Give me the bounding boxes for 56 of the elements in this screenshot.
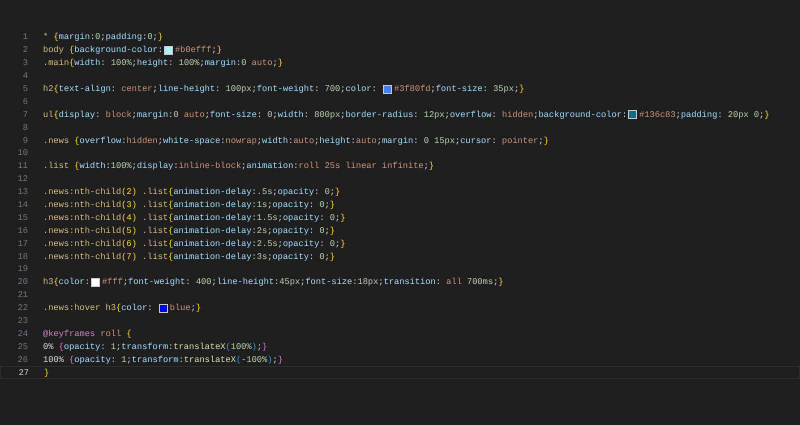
line-number: 11	[16, 161, 28, 172]
line-number: 7	[22, 110, 28, 120]
line-number: 18	[16, 252, 28, 262]
code-text: * {margin:0;padding:0;}	[43, 32, 163, 42]
line-number: 6	[22, 96, 28, 107]
code-text: 100% {opacity: 1;transform:translateX(-100%);}	[43, 354, 283, 365]
line-number: 17	[16, 238, 28, 249]
code-text: body {background-color:	[43, 45, 163, 56]
line-number: 9	[22, 136, 28, 146]
code-text: .news:nth-child(2) .list{animation-delay:.5s;opacity: 0;}	[43, 187, 340, 198]
line-number: 19	[16, 264, 28, 274]
code-text: .main{width: 100%;height: 100%;margin:0 auto;}	[43, 58, 283, 68]
line-number: 27	[18, 368, 29, 378]
line-number: 26	[16, 354, 28, 365]
line-number: 14	[16, 200, 28, 210]
line-number: 3	[22, 58, 28, 68]
code-text: .news:nth-child(4) .list{animation-delay:1.5s;opacity: 0;}	[43, 212, 346, 223]
line-number: 16	[16, 226, 28, 236]
line-number: 25	[16, 342, 28, 352]
code-text: .news:hover h3{color:	[43, 303, 154, 314]
code-text: .news {overflow:hidden;white-space:nowrap;width:auto;height:auto;margin: 0 15px;cursor: pointer;}	[43, 136, 549, 146]
code-text: #136c83;padding: 20px 0;}	[639, 110, 770, 120]
code-text: .news:nth-child(7) .list{animation-delay:3s;opacity: 0;}	[43, 252, 336, 262]
color-swatch-icon[interactable]	[628, 110, 638, 120]
color-swatch-icon[interactable]	[383, 84, 392, 94]
code-text: #fff;font-weight: 400;line-height:45px;font-size:18px;transition: all 700ms;}	[102, 277, 504, 288]
line-number: 12	[16, 174, 28, 184]
line-number: 1	[22, 32, 28, 42]
line-number: 24	[16, 328, 28, 339]
line-number: 4	[22, 71, 28, 82]
code-text: @keyframes roll {	[43, 328, 132, 339]
code-text: h2{text-align: center;line-height: 100px;font-weight: 700;color:	[43, 84, 378, 94]
line-number: 23	[16, 316, 28, 326]
line-number: 20	[16, 277, 28, 288]
code-text: 0% {opacity: 1;transform:translateX(100%);}	[43, 342, 268, 352]
code-text: #b0efff;}	[174, 45, 222, 56]
code-text: blue;}	[170, 303, 202, 314]
line-number: 2	[22, 45, 28, 56]
code-text: .list {width:100%;display:inline-block;animation:roll 25s linear infinite;}	[43, 161, 434, 172]
line-number: 13	[16, 187, 28, 198]
line-number: 21	[16, 290, 28, 300]
code-text: .news:nth-child(6) .list{animation-delay:2.5s;opacity: 0;}	[43, 238, 346, 249]
line-number: 15	[16, 212, 28, 223]
line-number: 8	[22, 122, 28, 133]
code-text: .news:nth-child(5) .list{animation-delay:2s;opacity: 0;}	[43, 226, 336, 236]
color-swatch-icon[interactable]	[90, 278, 100, 287]
line-number: 22	[16, 303, 28, 314]
code-text: .news:nth-child(3) .list{animation-delay:1s;opacity: 0;}	[43, 200, 336, 210]
code-text: ul{display: block;margin:0 auto;font-size: 0;width: 800px;border-radius: 12px;overflow: hidden;background-color:	[43, 110, 628, 120]
color-swatch-icon[interactable]	[164, 46, 173, 55]
code-text: h3{color:	[43, 277, 90, 288]
line-number: 5	[22, 84, 28, 94]
code-text: #3f80fd;font-size: 35px;}	[394, 84, 524, 94]
color-swatch-icon[interactable]	[158, 304, 168, 313]
code-text: }	[44, 368, 50, 378]
line-number: 10	[16, 148, 28, 158]
